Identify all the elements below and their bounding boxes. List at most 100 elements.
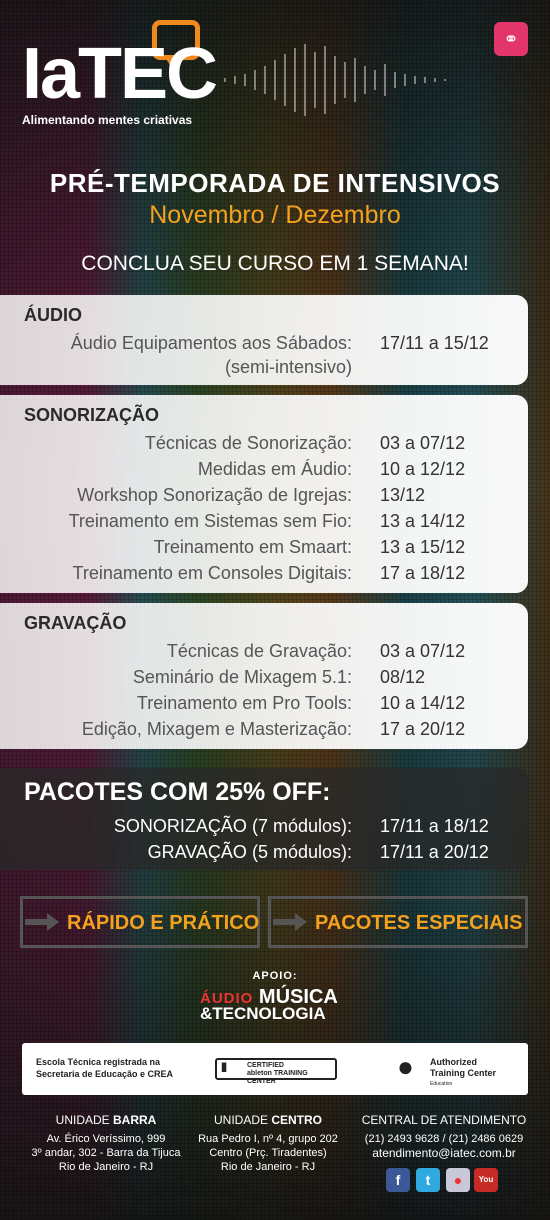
course-label: Técnicas de Sonorização: xyxy=(144,433,352,453)
escola-line: Escola Técnica registrada na xyxy=(36,1057,161,1067)
course-date: 10 a 14/12 xyxy=(380,693,466,713)
course-label: Treinamento em Consoles Digitais: xyxy=(72,563,352,583)
amt-logo-line2: &TECNOLOGIA xyxy=(200,1004,326,1023)
sound-wave-icon xyxy=(224,44,446,116)
course-date: 17/11 a 15/12 xyxy=(380,333,489,353)
course-row[interactable]: Áudio Equipamentos aos Sábados: 17/11 a … xyxy=(0,333,528,359)
arrow-right-icon xyxy=(273,913,307,931)
section-title: ÁUDIO xyxy=(24,305,82,325)
unidade-title: UNIDADE CENTRO xyxy=(190,1113,346,1127)
central-email[interactable]: atendimento@iatec.com.br xyxy=(354,1146,534,1160)
unidade-name: CENTRO xyxy=(271,1113,322,1127)
central-atendimento: CENTRAL DE ATENDIMENTO (21) 2493 9628 / … xyxy=(354,1113,534,1160)
apple-badge[interactable]: Authorized Training Center Education xyxy=(430,1057,496,1090)
course-label: Seminário de Mixagem 5.1: xyxy=(132,667,352,687)
course-date: 17 a 18/12 xyxy=(380,563,466,583)
central-title: CENTRAL DE ATENDIMENTO xyxy=(361,1113,527,1127)
package-name: SONORIZAÇÃO xyxy=(113,816,247,836)
package-date: 17/11 a 20/12 xyxy=(380,842,489,862)
course-label: Técnicas de Gravação: xyxy=(166,641,352,661)
course-label: Medidas em Áudio: xyxy=(197,459,352,479)
section-title: SONORIZAÇÃO xyxy=(24,405,159,425)
twitter-icon[interactable]: t xyxy=(416,1168,440,1192)
section-title: PACOTES COM 25% OFF: xyxy=(24,778,331,806)
unidade-barra: UNIDADE BARRA Av. Érico Veríssimo, 999 3… xyxy=(28,1113,184,1174)
course-label: Workshop Sonorização de Igrejas: xyxy=(77,485,352,505)
apple-line: Authorized xyxy=(430,1057,477,1067)
package-row[interactable]: GRAVAÇÃO (5 módulos): 17/11 a 20/12 xyxy=(0,842,528,868)
section-audio: ÁUDIO Áudio Equipamentos aos Sábados: 17… xyxy=(0,295,528,385)
course-row[interactable]: Edição, Mixagem e Masterização: 17 a 20/… xyxy=(0,719,528,745)
course-row[interactable]: Treinamento em Sistemas sem Fio: 13 a 14… xyxy=(0,511,528,537)
unidade-centro: UNIDADE CENTRO Rua Pedro I, nº 4, grupo … xyxy=(190,1113,346,1174)
section-gravacao: GRAVAÇÃO Técnicas de Gravação: 03 a 07/1… xyxy=(0,603,528,749)
headline: CONCLUA SEU CURSO EM 1 SEMANA! xyxy=(81,252,469,275)
course-label: Edição, Mixagem e Masterização: xyxy=(81,719,352,739)
headphones-icon[interactable]: ⚭ xyxy=(494,22,528,56)
unidade-prefix: UNIDADE xyxy=(55,1113,113,1127)
ableton-line: CERTIFIED xyxy=(247,1062,284,1069)
tagline: Alimentando mentes criativas xyxy=(22,113,193,127)
course-date: 03 a 07/12 xyxy=(380,433,466,453)
package-detail: (5 módulos): xyxy=(251,842,352,862)
course-date: 13 a 15/12 xyxy=(380,537,466,557)
unidade-title: UNIDADE BARRA xyxy=(28,1113,184,1127)
course-row[interactable]: Treinamento em Consoles Digitais: 17 a 1… xyxy=(0,563,528,589)
address-line: 3º andar, 302 - Barra da Tijuca xyxy=(31,1147,181,1159)
course-row[interactable]: Treinamento em Smaart: 13 a 15/12 xyxy=(0,537,528,563)
address-line: Av. Érico Veríssimo, 999 xyxy=(46,1133,166,1145)
course-date: 03 a 07/12 xyxy=(380,641,466,661)
course-row[interactable]: Workshop Sonorização de Igrejas: 13/12 xyxy=(0,485,528,511)
package-detail: (7 módulos): xyxy=(251,816,352,836)
course-label: (semi-intensivo) xyxy=(224,357,352,377)
course-row[interactable]: Seminário de Mixagem 5.1: 08/12 xyxy=(0,667,528,693)
flickr-icon[interactable]: ● xyxy=(446,1168,470,1192)
apple-line: Education xyxy=(430,1081,453,1087)
course-label: Treinamento em Smaart: xyxy=(153,537,352,557)
course-row[interactable]: Medidas em Áudio: 10 a 12/12 xyxy=(0,459,528,485)
arrow-right-icon xyxy=(25,913,59,931)
address-line: Rua Pedro I, nº 4, grupo 202 xyxy=(198,1133,338,1145)
facebook-icon[interactable]: f xyxy=(386,1168,410,1192)
package-name: GRAVAÇÃO xyxy=(147,842,247,862)
rapido-button-label: RÁPIDO E PRÁTICO xyxy=(67,912,260,934)
course-date: 10 a 12/12 xyxy=(380,459,466,479)
apple-icon: ● xyxy=(397,1051,414,1082)
package-row[interactable]: SONORIZAÇÃO (7 módulos): 17/11 a 18/12 xyxy=(0,816,528,842)
escola-line: Secretaria de Educação e CREA xyxy=(36,1069,174,1079)
section-sonorizacao: SONORIZAÇÃO Técnicas de Sonorização: 03 … xyxy=(0,395,528,593)
central-phones: (21) 2493 9628 / (21) 2486 0629 xyxy=(364,1133,524,1145)
escola-registrada: Escola Técnica registrada na Secretaria … xyxy=(36,1056,173,1080)
apoio-label: APOIO: xyxy=(252,970,298,982)
package-label: GRAVAÇÃO (5 módulos): xyxy=(148,842,352,863)
ableton-badge[interactable]: ||||| CERTIFIED ableton TRAINING CENTER xyxy=(215,1058,337,1085)
apple-line: Training Center xyxy=(430,1068,497,1078)
pacotes-button-label: PACOTES ESPECIAIS xyxy=(315,912,523,934)
logo[interactable]: IaTEC xyxy=(22,38,218,110)
course-row[interactable]: Treinamento em Pro Tools: 10 a 14/12 xyxy=(0,693,528,719)
address-line: Centro (Prç. Tiradentes) xyxy=(209,1147,327,1159)
ableton-brand: ableton xyxy=(247,1070,272,1077)
course-row[interactable]: Técnicas de Gravação: 03 a 07/12 xyxy=(0,641,528,667)
package-date: 17/11 a 18/12 xyxy=(380,816,489,836)
address-line: Rio de Janeiro - RJ xyxy=(58,1161,154,1173)
section-pacotes: PACOTES COM 25% OFF: SONORIZAÇÃO (7 módu… xyxy=(0,768,528,870)
course-date: 08/12 xyxy=(380,667,426,687)
pacotes-button[interactable]: PACOTES ESPECIAIS xyxy=(268,896,528,948)
address-line: Rio de Janeiro - RJ xyxy=(220,1161,316,1173)
course-label: Treinamento em Pro Tools: xyxy=(136,693,352,713)
course-label: Treinamento em Sistemas sem Fio: xyxy=(68,511,352,531)
course-row: (semi-intensivo) xyxy=(0,357,528,383)
course-date: 13/12 xyxy=(380,485,426,505)
course-date: 17 a 20/12 xyxy=(380,719,466,739)
course-date: 13 a 14/12 xyxy=(380,511,466,531)
rapido-button[interactable]: RÁPIDO E PRÁTICO xyxy=(20,896,260,948)
ableton-bars-icon: ||||| xyxy=(221,1062,227,1073)
package-label: SONORIZAÇÃO (7 módulos): xyxy=(114,816,352,837)
course-label: Áudio Equipamentos aos Sábados: xyxy=(70,333,352,353)
course-row[interactable]: Técnicas de Sonorização: 03 a 07/12 xyxy=(0,433,528,459)
youtube-icon[interactable]: You xyxy=(474,1168,498,1192)
unidade-prefix: UNIDADE xyxy=(213,1113,272,1127)
unidade-name: BARRA xyxy=(113,1113,157,1127)
page-title: PRÉ-TEMPORADA DE INTENSIVOS xyxy=(49,168,501,198)
